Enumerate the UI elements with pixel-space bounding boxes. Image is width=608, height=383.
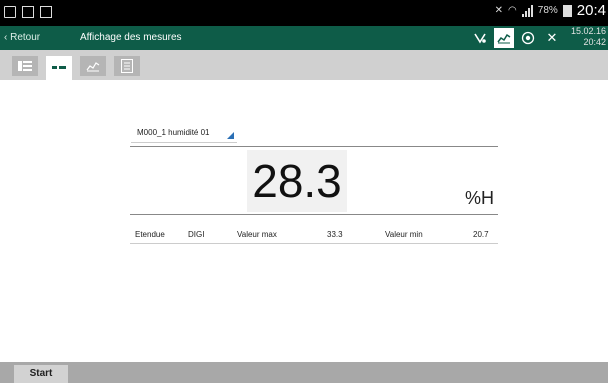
clock: 20:4 (576, 2, 606, 19)
wifi-icon: ◠ (508, 5, 517, 16)
battery-icon (562, 4, 572, 17)
time-text: 20:42 (583, 37, 606, 47)
date-text: 15.02.16 (570, 26, 606, 36)
cast-icon (4, 6, 16, 18)
bottom-bar: Start (0, 362, 608, 383)
measurement-panel: M000_1 humidité 01 28.3 %H Etendue DIGI … (0, 80, 608, 362)
tab-chart-view[interactable] (80, 56, 106, 76)
tools-icon[interactable]: ✕ (542, 28, 562, 48)
channel-name: M000_1 humidité 01 (137, 128, 210, 137)
tab-report-view[interactable] (114, 56, 140, 76)
status-bar: ✕ ◠ 78% 20:4 (0, 0, 608, 26)
start-button[interactable]: Start (14, 365, 68, 383)
page-title: Affichage des mesures (80, 32, 182, 43)
unit-label: %H (465, 188, 495, 208)
divider-top (130, 146, 498, 147)
min-value: 20.7 (473, 230, 489, 239)
signal-check-icon[interactable] (470, 28, 490, 48)
checkbox-icon (40, 6, 52, 18)
system-status: ✕ ◠ 78% 20:4 (495, 2, 606, 19)
tab-list-view[interactable] (12, 56, 38, 76)
date-time: 15.02.16 20:42 (571, 26, 606, 48)
tab-digital-view[interactable] (46, 56, 72, 80)
range-label: Etendue (135, 230, 165, 239)
back-button[interactable]: ‹ Retour (4, 32, 40, 43)
min-label: Valeur min (385, 230, 423, 239)
max-label: Valeur max (237, 230, 277, 239)
divider-middle (130, 214, 498, 215)
app-header: ‹ Retour Affichage des mesures ✕ 15.02.1… (0, 26, 608, 50)
mute-icon: ✕ (494, 5, 504, 16)
view-tabs (0, 50, 608, 80)
range-value: DIGI (188, 230, 205, 239)
signal-icon (521, 4, 533, 17)
header-actions: ✕ (470, 26, 562, 50)
dropdown-arrow-icon (227, 132, 234, 139)
chart-icon[interactable] (494, 28, 514, 48)
notification-icons (4, 6, 52, 18)
divider-bottom (130, 243, 498, 244)
battery-percent: 78% (537, 5, 558, 16)
channel-selector[interactable]: M000_1 humidité 01 (131, 123, 237, 143)
file-icon (22, 6, 34, 18)
max-value: 33.3 (327, 230, 343, 239)
measured-value: 28.3 (247, 150, 347, 212)
record-icon[interactable] (518, 28, 538, 48)
